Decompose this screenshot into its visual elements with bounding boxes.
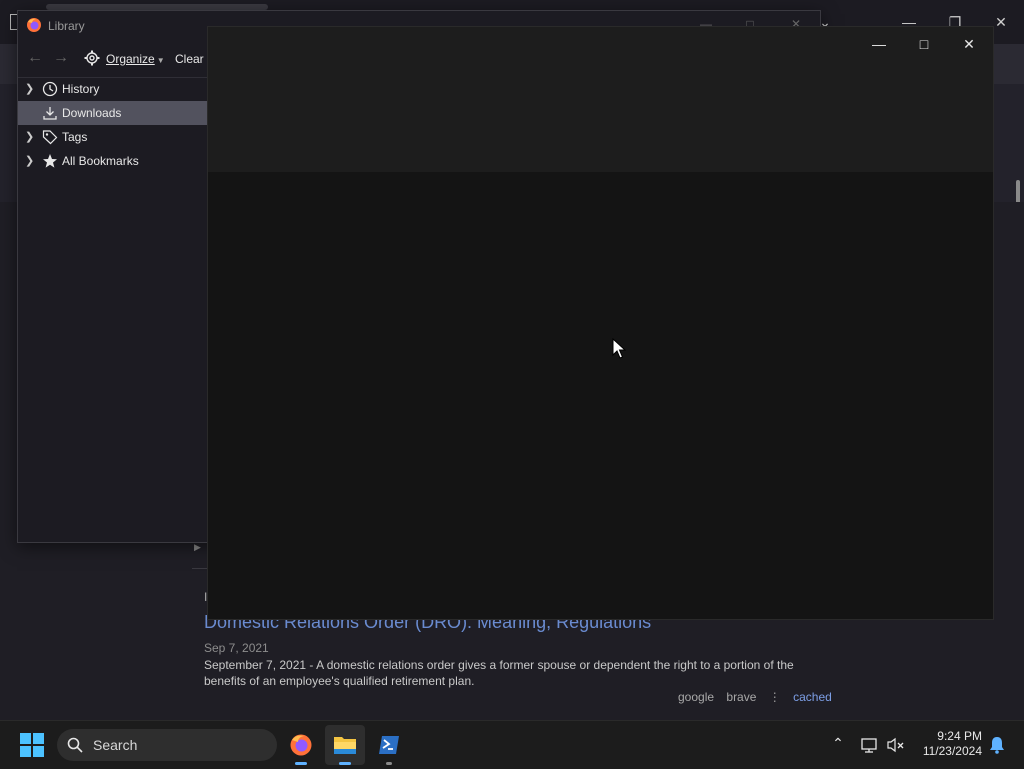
taskbar-clock[interactable]: 9:24 PM 11/23/2024 — [912, 729, 982, 759]
back-arrow-icon[interactable]: ← — [24, 49, 46, 69]
source-brave: brave — [726, 690, 757, 704]
organize-menu-button[interactable]: Organize ▼ — [84, 50, 165, 66]
powershell-icon — [379, 736, 399, 754]
star-icon — [43, 154, 57, 168]
library-title: Library — [48, 19, 85, 33]
tree-item-tags[interactable]: ❯ Tags — [18, 125, 208, 149]
tree-item-label: History — [62, 82, 100, 96]
running-indicator — [339, 762, 351, 765]
gear-icon — [84, 50, 100, 66]
forward-arrow-icon[interactable]: → — [50, 49, 72, 69]
blank-minimize-button[interactable]: — — [864, 35, 894, 53]
tree-item-label: Tags — [62, 130, 88, 144]
expand-arrow-icon[interactable]: ▶ — [194, 542, 201, 553]
tray-overflow-chevron-icon[interactable]: ⌃ — [828, 735, 848, 755]
running-indicator — [295, 762, 307, 765]
more-options-icon[interactable]: ⋮ — [769, 690, 781, 704]
firefox-icon — [290, 734, 312, 756]
search-icon — [67, 737, 83, 753]
tree-item-label: Downloads — [62, 106, 122, 120]
taskbar-firefox-button[interactable] — [281, 725, 321, 765]
taskbar-file-explorer-button[interactable] — [325, 725, 365, 765]
tag-icon — [42, 130, 58, 145]
mouse-cursor-icon — [612, 338, 626, 359]
expand-chevron-icon[interactable]: ❯ — [25, 130, 35, 144]
volume-muted-icon[interactable] — [886, 735, 906, 755]
firefox-icon — [27, 18, 41, 32]
running-indicator — [386, 762, 392, 765]
expand-chevron-icon[interactable]: ❯ — [25, 154, 35, 168]
network-icon[interactable] — [860, 735, 880, 755]
taskbar-search-box[interactable]: Search — [57, 729, 277, 761]
tree-item-all-bookmarks[interactable]: ❯ All Bookmarks — [18, 149, 208, 173]
tree-item-label: All Bookmarks — [62, 154, 139, 168]
windows-start-icon[interactable] — [20, 733, 44, 757]
taskbar-powershell-button[interactable] — [369, 725, 409, 765]
source-google: google — [678, 690, 715, 704]
cached-link[interactable]: cached — [793, 690, 832, 704]
tree-item-history[interactable]: ❯ History — [18, 77, 208, 101]
chevron-down-icon: ▼ — [156, 56, 165, 65]
notification-bell-icon[interactable] — [987, 735, 1007, 755]
search-label: Search — [93, 737, 138, 753]
library-tree: ❯ History Downloads ❯ Tags ❯ All Bookmar… — [18, 77, 208, 542]
taskbar: Search ⌃ 9:24 PM 11/23/2024 — [0, 720, 1024, 769]
clock-date: 11/23/2024 — [922, 744, 982, 758]
tree-item-downloads[interactable]: Downloads — [18, 101, 208, 125]
blank-maximize-button[interactable]: □ — [909, 35, 939, 53]
blank-close-button[interactable]: ✕ — [954, 35, 984, 53]
result-snippet: September 7, 2021 - A domestic relations… — [204, 658, 794, 688]
clock-icon — [42, 81, 58, 97]
download-icon — [43, 107, 57, 120]
organize-label: Organize — [106, 52, 155, 66]
blank-window[interactable]: — □ ✕ — [207, 26, 994, 620]
expand-chevron-icon[interactable]: ❯ — [25, 82, 35, 96]
folder-icon — [334, 737, 356, 754]
result-meta: google brave ⋮ cached — [678, 690, 841, 704]
clock-time: 9:24 PM — [937, 729, 982, 743]
result-date: Sep 7, 2021 — [204, 641, 269, 655]
